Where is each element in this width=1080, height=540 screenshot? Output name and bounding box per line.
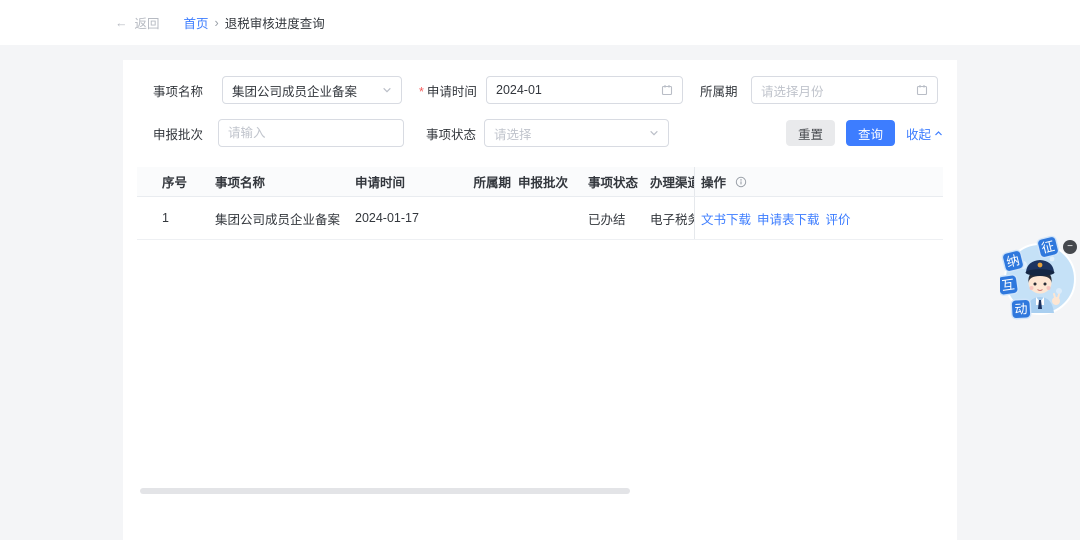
svg-text:动: 动 <box>1014 301 1028 317</box>
cell-status: 已办结 <box>568 197 640 239</box>
query-card: 事项名称 集团公司成员企业备案 *申请时间 2024-01 <box>123 60 957 540</box>
back-label: 返回 <box>135 13 160 32</box>
evaluate-link[interactable]: 评价 <box>826 209 851 228</box>
table-header-row: 序号 事项名称 申请时间 所属期 申报批次 事项状态 办理渠道 操作 <box>137 167 943 197</box>
top-bar: ← 返回 首页 › 退税审核进度查询 <box>0 0 1080 45</box>
cell-item-name: 集团公司成员企业备案 <box>200 197 348 239</box>
chevron-up-icon <box>934 129 943 138</box>
header-status: 事项状态 <box>568 167 640 196</box>
mascot-char-zheng: 征 <box>1036 235 1059 258</box>
batch-input[interactable] <box>228 126 394 140</box>
header-batch: 申报批次 <box>511 167 568 196</box>
breadcrumb-separator: › <box>215 16 219 30</box>
header-item-name: 事项名称 <box>200 167 348 196</box>
cell-apply-time: 2024-01-17 <box>348 197 455 239</box>
mascot-char-dong: 动 <box>1011 299 1031 319</box>
cell-actions: 文书下载 申请表下载 评价 <box>694 197 943 239</box>
period-label: 所属期 <box>700 81 740 100</box>
results-table: 序号 事项名称 申请时间 所属期 申报批次 事项状态 办理渠道 操作 1 集团公… <box>137 167 943 240</box>
table-row: 1 集团公司成员企业备案 2024-01-17 已办结 电子税务 文书下载 申请… <box>137 197 943 240</box>
doc-download-link[interactable]: 文书下载 <box>701 209 751 228</box>
cell-batch <box>511 197 568 239</box>
back-arrow-icon: ← <box>115 16 128 30</box>
calendar-icon <box>661 84 673 96</box>
cell-channel: 电子税务 <box>640 197 694 239</box>
item-name-select[interactable]: 集团公司成员企业备案 <box>222 76 402 104</box>
breadcrumb: 首页 › 退税审核进度查询 <box>184 13 325 32</box>
header-period: 所属期 <box>455 167 511 196</box>
cell-period <box>455 197 511 239</box>
mascot-char-hu: 互 <box>1000 274 1019 295</box>
header-actions: 操作 <box>694 167 943 196</box>
period-input[interactable]: 请选择月份 <box>751 76 938 104</box>
breadcrumb-home-link[interactable]: 首页 <box>184 13 209 32</box>
item-name-label: 事项名称 <box>153 81 205 100</box>
form-actions: 重置 查询 收起 <box>786 120 943 146</box>
back-button[interactable]: ← 返回 <box>115 13 160 32</box>
calendar-icon <box>916 84 928 96</box>
mascot-char-na: 纳 <box>1001 249 1024 272</box>
apply-time-label: *申请时间 <box>419 81 481 100</box>
batch-input-wrap <box>218 119 404 147</box>
info-icon[interactable] <box>735 176 747 188</box>
page-title: 退税审核进度查询 <box>225 13 325 32</box>
svg-text:互: 互 <box>1001 277 1016 294</box>
status-select[interactable]: 请选择 <box>484 119 669 147</box>
item-name-value: 集团公司成员企业备案 <box>232 81 382 100</box>
header-index: 序号 <box>137 167 200 196</box>
status-label: 事项状态 <box>426 124 478 143</box>
chevron-down-icon <box>382 85 392 95</box>
required-asterisk: * <box>419 85 424 99</box>
mascot-minimize-button[interactable]: − <box>1063 240 1077 254</box>
collapse-link[interactable]: 收起 <box>906 124 943 143</box>
horizontal-scrollbar-thumb[interactable] <box>140 488 630 494</box>
filter-form: 事项名称 集团公司成员企业备案 *申请时间 2024-01 <box>123 60 957 147</box>
status-placeholder: 请选择 <box>494 124 649 143</box>
cell-index: 1 <box>137 197 200 239</box>
header-channel: 办理渠道 <box>640 167 694 196</box>
reset-button[interactable]: 重置 <box>786 120 835 146</box>
chevron-down-icon <box>649 128 659 138</box>
query-button[interactable]: 查询 <box>846 120 895 146</box>
period-placeholder: 请选择月份 <box>761 81 916 100</box>
batch-label: 申报批次 <box>153 124 205 143</box>
header-apply-time: 申请时间 <box>348 167 455 196</box>
apply-time-input[interactable]: 2024-01 <box>486 76 683 104</box>
collapse-label: 收起 <box>906 124 931 143</box>
form-download-link[interactable]: 申请表下载 <box>757 209 820 228</box>
apply-time-value: 2024-01 <box>496 83 661 97</box>
